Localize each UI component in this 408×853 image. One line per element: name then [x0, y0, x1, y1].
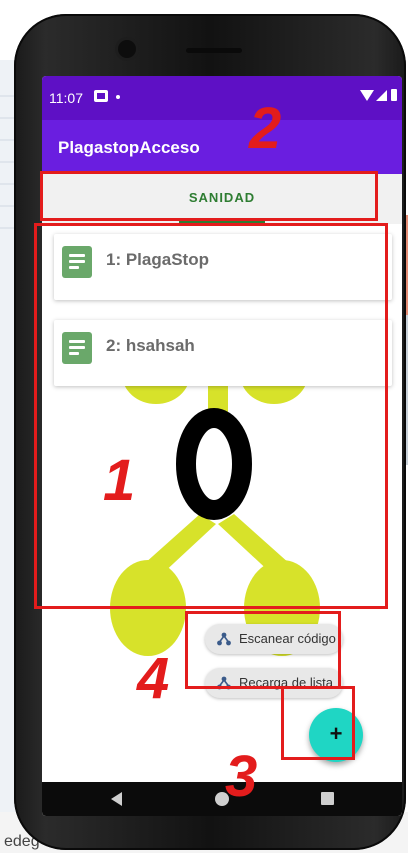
- notification-dot-icon: [116, 95, 120, 99]
- annotation-number-2: 2: [249, 96, 282, 161]
- battery-icon: [391, 89, 397, 101]
- annotation-box-fab: [281, 686, 355, 760]
- navigation-bar: [42, 782, 402, 816]
- annotation-number-3: 3: [225, 744, 258, 809]
- recents-icon[interactable]: [321, 792, 334, 805]
- annotation-box-actions: [185, 611, 341, 689]
- app-bar: PlagastopAcceso: [42, 120, 402, 174]
- wifi-icon: [360, 90, 374, 101]
- annotation-number-4: 4: [137, 646, 170, 711]
- message-icon: [94, 90, 108, 102]
- speaker-grille: [186, 48, 242, 53]
- status-time: 11:07: [49, 90, 83, 106]
- signal-icon: [376, 90, 387, 101]
- annotation-box-tabs: [40, 171, 378, 221]
- annotation-number-1: 1: [103, 448, 136, 513]
- camera-icon: [118, 40, 136, 58]
- back-icon[interactable]: [111, 792, 122, 806]
- status-bar: 11:07: [42, 76, 402, 120]
- app-title: PlagastopAcceso: [58, 138, 200, 157]
- annotation-box-list: [34, 223, 388, 609]
